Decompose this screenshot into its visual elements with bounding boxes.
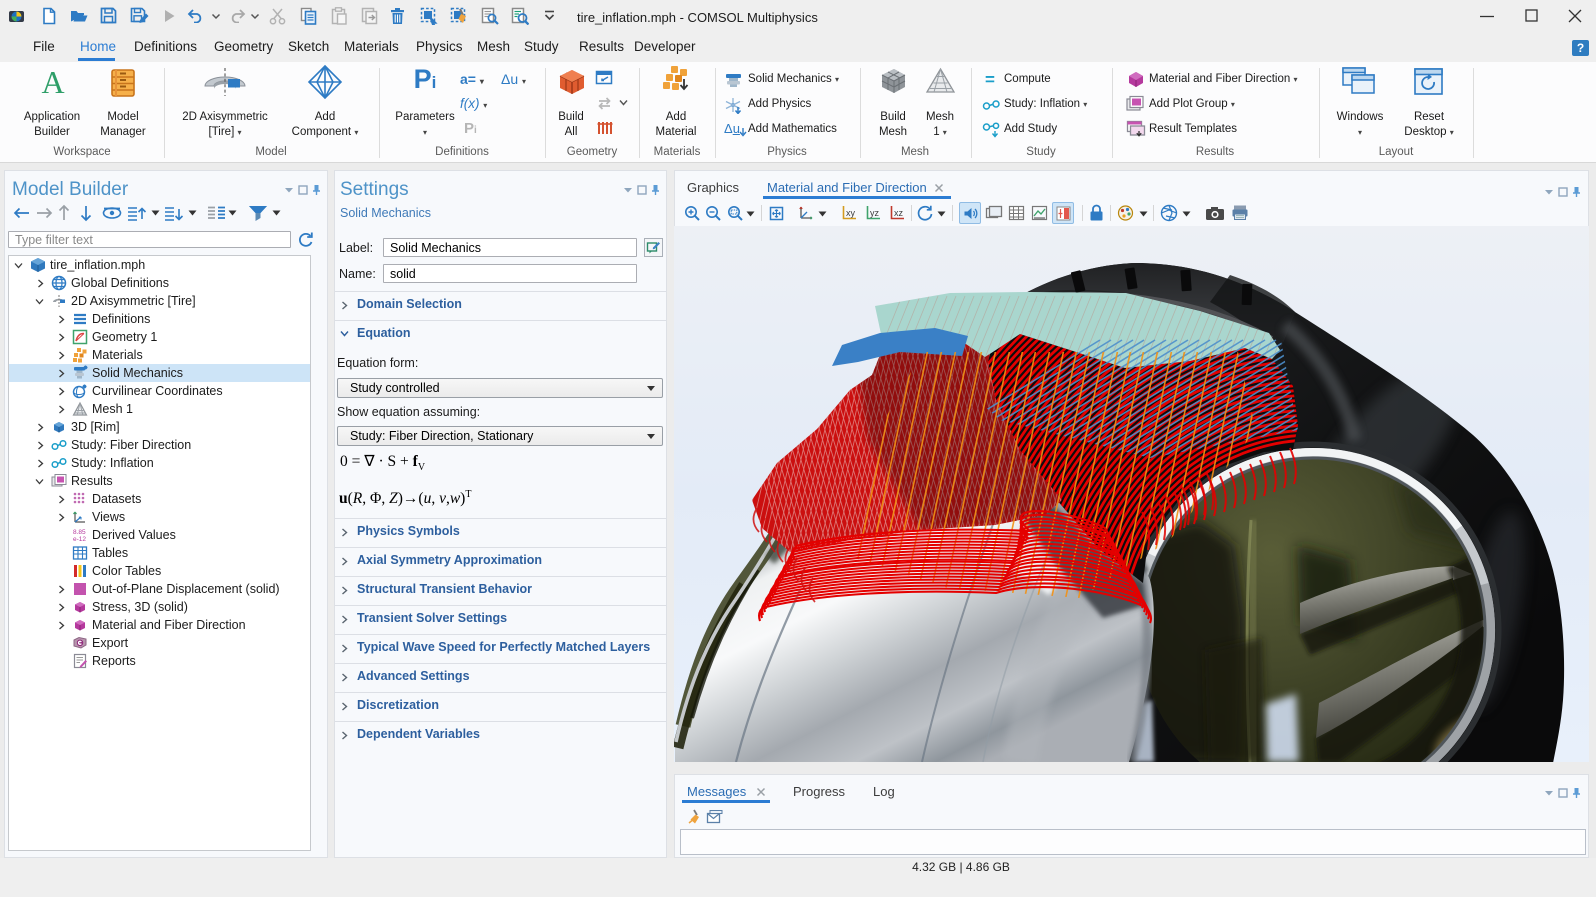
svg-text:xz: xz bbox=[894, 208, 904, 218]
svg-text:8.85: 8.85 bbox=[73, 529, 86, 536]
svg-text:e-12: e-12 bbox=[73, 536, 86, 543]
svg-text:xy: xy bbox=[846, 208, 856, 218]
svg-text:yz: yz bbox=[870, 208, 880, 218]
